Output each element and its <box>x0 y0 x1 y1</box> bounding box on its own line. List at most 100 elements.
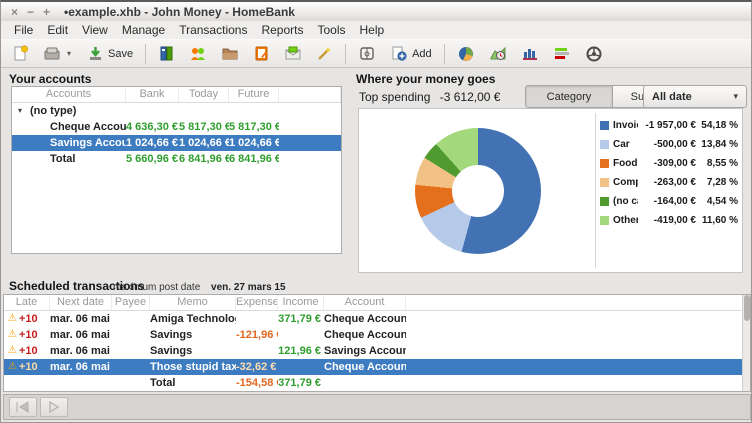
expense-col-header[interactable]: Expense <box>236 295 278 310</box>
today-col-header[interactable]: Today <box>179 87 229 102</box>
memo-col-header[interactable]: Memo <box>150 295 236 310</box>
accounts-panel-title: Your accounts <box>9 72 91 86</box>
scrollbar-thumb[interactable] <box>744 295 750 321</box>
next-date: mar. 06 mai 03 <box>50 327 112 343</box>
total-today: 6 841,96 € <box>179 151 229 167</box>
warning-icon: ⚠ <box>8 346 17 356</box>
filler-col-header <box>279 87 341 102</box>
menu-reports[interactable]: Reports <box>254 21 310 39</box>
account-today: 5 817,30 € <box>179 119 229 135</box>
bar-chart-icon <box>521 45 539 62</box>
expense: -121,96 € <box>236 327 278 343</box>
account-col-header[interactable]: Account <box>324 295 406 310</box>
assign-button[interactable] <box>310 41 339 66</box>
open-recent-dropdown-icon[interactable]: ▾ <box>65 47 73 60</box>
vehicle-cost-icon <box>585 45 603 62</box>
memo: Amiga Technologies <box>150 311 236 327</box>
legend-label: Invoices <box>613 120 638 131</box>
total-label: Total <box>12 151 126 167</box>
legend-swatch <box>600 216 609 225</box>
account-row[interactable]: Cheque Account 4 636,30 € 5 817,30 € 5 8… <box>12 119 341 135</box>
toolbar-separator <box>444 44 445 64</box>
report-button[interactable] <box>352 41 382 66</box>
statistics-bar-button[interactable] <box>515 41 545 66</box>
memo: Those stupid taxes <box>150 359 236 375</box>
top-spending-label: Top spending <box>359 90 430 104</box>
payee <box>112 311 150 327</box>
legend-item: (no category) -164,00 € 4,54 % <box>600 192 738 211</box>
legend-percent: 13,84 % <box>696 139 738 150</box>
warning-icon: ⚠ <box>8 362 17 372</box>
account-group-label: (no type) <box>30 105 76 117</box>
spending-panel-title: Where your money goes <box>356 72 495 86</box>
legend-percent: 11,60 % <box>696 215 738 226</box>
add-transaction-button[interactable]: Add <box>384 41 438 66</box>
vehicle-cost-button[interactable] <box>579 41 609 66</box>
donut-hole <box>452 165 504 217</box>
next-date-col-header[interactable]: Next date <box>50 295 112 310</box>
scheduled-row-selected[interactable]: ⚠+10 mar. 06 mai 03 Those stupid taxes -… <box>4 359 750 375</box>
save-button[interactable]: Save <box>81 41 139 66</box>
toolbar: ▾ Save Add <box>1 39 751 68</box>
menu-help[interactable]: Help <box>353 21 392 39</box>
expense: -32,62 € <box>236 359 278 375</box>
income <box>278 359 324 375</box>
scheduled-header-row: Late Next date Payee Memo Expense Income… <box>4 295 750 311</box>
date-filter-dropdown[interactable]: All date ▾ <box>643 85 747 108</box>
envelope-money-icon <box>284 45 302 62</box>
trend-time-button[interactable] <box>483 41 513 66</box>
budget-mail-button[interactable] <box>278 41 308 66</box>
archive-button[interactable] <box>247 41 276 66</box>
budget-report-button[interactable] <box>547 41 577 66</box>
memo: Savings <box>150 343 236 359</box>
accounts-total-row: Total 5 660,96 € 6 841,96 € 6 841,96 € <box>12 151 341 167</box>
post-scheduled-button[interactable] <box>40 397 68 417</box>
vertical-scrollbar[interactable] <box>742 295 750 391</box>
menu-edit[interactable]: Edit <box>40 21 75 39</box>
toolbar-separator <box>145 44 146 64</box>
menu-transactions[interactable]: Transactions <box>172 21 254 39</box>
minimize-icon[interactable]: − <box>27 6 34 18</box>
payees-button[interactable] <box>183 41 213 66</box>
categories-button[interactable] <box>215 41 245 66</box>
bank-col-header[interactable]: Bank <box>126 87 179 102</box>
donut-chart <box>415 128 541 254</box>
menu-manage[interactable]: Manage <box>115 21 172 39</box>
accounts-col-header[interactable]: Accounts <box>12 87 126 102</box>
open-folder-icon <box>43 45 61 62</box>
account-group-row[interactable]: ▾ (no type) <box>12 103 341 119</box>
close-icon[interactable]: × <box>11 6 18 18</box>
expander-icon[interactable]: ▾ <box>18 103 22 119</box>
future-col-header[interactable]: Future <box>229 87 279 102</box>
income: 121,96 € <box>278 343 324 359</box>
legend-item: Other -419,00 € 11,60 % <box>600 211 738 230</box>
date-filter-value: All date <box>652 91 733 103</box>
legend-item: Food -309,00 € 8,55 % <box>600 154 738 173</box>
legend-amount: -500,00 € <box>638 139 696 150</box>
income-col-header[interactable]: Income <box>278 295 324 310</box>
skip-scheduled-button[interactable] <box>9 397 37 417</box>
payee <box>112 343 150 359</box>
account-row-selected[interactable]: Savings Account 1 024,66 € 1 024,66 € 1 … <box>12 135 341 151</box>
menu-tools[interactable]: Tools <box>310 21 352 39</box>
account-today: 1 024,66 € <box>179 135 229 151</box>
account: Cheque Account <box>324 359 406 375</box>
maximize-icon[interactable]: + <box>43 6 50 18</box>
late-col-header[interactable]: Late <box>4 295 50 310</box>
income: 371,79 € <box>278 311 324 327</box>
legend-item: Computer -263,00 € 7,28 % <box>600 173 738 192</box>
scheduled-row[interactable]: ⚠+10 mar. 06 mai 03 Savings 121,96 € Sav… <box>4 343 750 359</box>
statistics-pie-button[interactable] <box>451 41 481 66</box>
scheduled-row[interactable]: ⚠+10 mar. 06 mai 03 Savings -121,96 € Ch… <box>4 327 750 343</box>
category-button[interactable]: Category <box>525 85 613 108</box>
menu-file[interactable]: File <box>7 21 40 39</box>
open-file-button[interactable]: ▾ <box>37 41 79 66</box>
accounts-button[interactable] <box>152 41 181 66</box>
menu-view[interactable]: View <box>75 21 115 39</box>
income <box>278 327 324 343</box>
window-title: •example.xhb - John Money - HomeBank <box>64 5 295 19</box>
payee-col-header[interactable]: Payee <box>112 295 150 310</box>
payees-icon <box>189 45 207 62</box>
new-file-button[interactable] <box>6 41 35 66</box>
scheduled-row[interactable]: ⚠+10 mar. 06 mai 03 Amiga Technologies 3… <box>4 311 750 327</box>
